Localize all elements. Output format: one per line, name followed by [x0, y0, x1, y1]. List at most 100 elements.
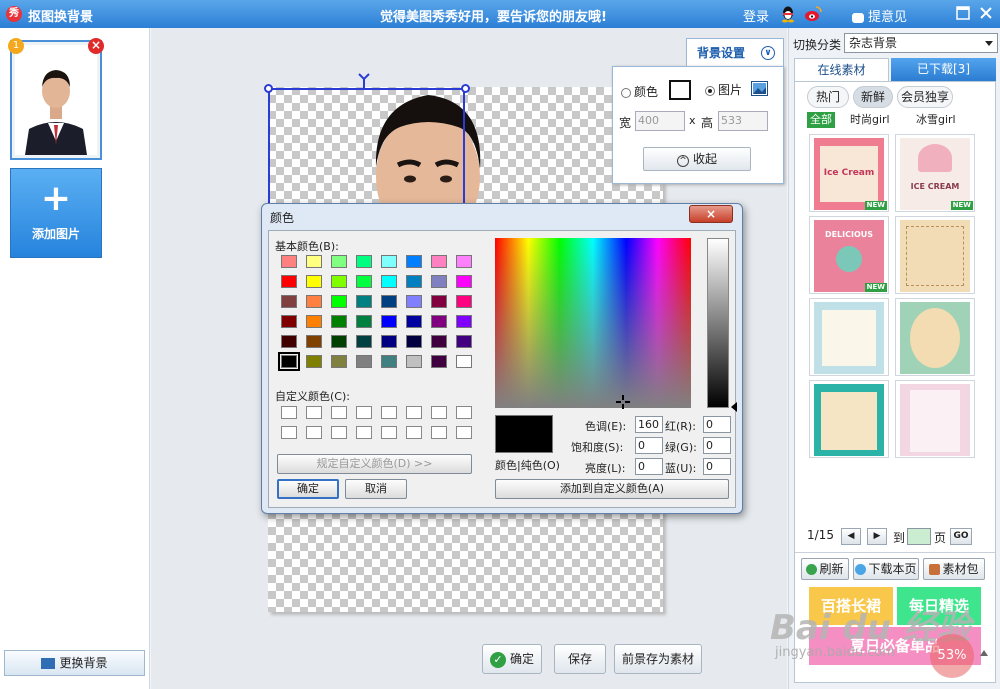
- material-tile-2[interactable]: ICE CREAM NEW: [895, 134, 975, 212]
- close-icon[interactable]: [978, 5, 994, 21]
- material-pack-button[interactable]: 素材包: [923, 558, 985, 580]
- page-number-input[interactable]: [907, 528, 931, 545]
- login-link[interactable]: 登录: [743, 6, 769, 25]
- basic-color-swatch[interactable]: [306, 355, 322, 368]
- feedback-button[interactable]: 提意见: [852, 6, 907, 25]
- luminance-input[interactable]: 0: [635, 458, 663, 475]
- basic-color-swatch[interactable]: [381, 295, 397, 308]
- basic-color-swatch[interactable]: [281, 275, 297, 288]
- custom-color-swatch[interactable]: [331, 426, 347, 439]
- custom-color-swatch[interactable]: [431, 406, 447, 419]
- define-custom-colors-button[interactable]: 规定自定义颜色(D) >>: [277, 454, 472, 474]
- hue-input[interactable]: 160: [635, 416, 663, 433]
- custom-color-swatch[interactable]: [406, 406, 422, 419]
- basic-color-swatch[interactable]: [281, 335, 297, 348]
- custom-color-swatch[interactable]: [456, 406, 472, 419]
- basic-color-swatch[interactable]: [306, 315, 322, 328]
- luminance-slider[interactable]: [707, 238, 729, 408]
- save-foreground-button[interactable]: 前景存为素材: [614, 644, 702, 674]
- basic-color-swatch[interactable]: [406, 355, 422, 368]
- material-tile-6[interactable]: [895, 298, 975, 376]
- dialog-cancel-button[interactable]: 取消: [345, 479, 407, 499]
- dialog-ok-button[interactable]: 确定: [277, 479, 339, 499]
- basic-color-swatch[interactable]: [431, 335, 447, 348]
- basic-color-swatch[interactable]: [306, 335, 322, 348]
- basic-color-swatch[interactable]: [356, 335, 372, 348]
- material-tile-5[interactable]: [809, 298, 889, 376]
- filter-fashion-girl[interactable]: 时尚girl: [847, 112, 893, 128]
- pill-members[interactable]: 会员独享: [897, 86, 953, 108]
- basic-color-swatch[interactable]: [456, 255, 472, 268]
- material-tile-4[interactable]: [895, 216, 975, 294]
- go-button[interactable]: GO: [950, 528, 972, 545]
- photo-thumbnail[interactable]: 1 ×: [8, 38, 104, 160]
- basic-color-swatch[interactable]: [356, 355, 372, 368]
- basic-color-swatch[interactable]: [281, 255, 297, 268]
- image-radio[interactable]: 图片: [705, 81, 742, 98]
- basic-color-swatch[interactable]: [431, 315, 447, 328]
- category-select[interactable]: 杂志背景: [844, 33, 998, 53]
- width-field[interactable]: 400: [635, 111, 685, 131]
- basic-color-swatch[interactable]: [281, 295, 297, 308]
- basic-color-swatch[interactable]: [331, 335, 347, 348]
- custom-color-swatch[interactable]: [456, 426, 472, 439]
- filter-snow-girl[interactable]: 冰雪girl: [913, 112, 959, 128]
- radio-image[interactable]: [705, 85, 715, 96]
- radio-color[interactable]: [621, 87, 631, 98]
- custom-color-swatch[interactable]: [306, 406, 322, 419]
- basic-color-swatch[interactable]: [381, 315, 397, 328]
- filter-all[interactable]: 全部: [807, 112, 835, 128]
- maximize-icon[interactable]: [955, 5, 971, 21]
- basic-color-swatch[interactable]: [331, 275, 347, 288]
- color-preview-box[interactable]: [669, 80, 691, 100]
- basic-color-swatch[interactable]: [356, 255, 372, 268]
- material-tile-3[interactable]: DELICIOUS NEW: [809, 216, 889, 294]
- basic-color-swatch[interactable]: [331, 255, 347, 268]
- green-input[interactable]: 0: [703, 437, 731, 454]
- add-to-custom-colors-button[interactable]: 添加到自定义颜色(A): [495, 479, 729, 499]
- custom-color-swatch[interactable]: [281, 426, 297, 439]
- weibo-icon[interactable]: [804, 5, 822, 23]
- basic-color-swatch[interactable]: [406, 255, 422, 268]
- height-field[interactable]: 533: [718, 111, 768, 131]
- basic-color-swatch[interactable]: [278, 352, 300, 371]
- custom-color-swatch[interactable]: [381, 426, 397, 439]
- basic-color-swatch[interactable]: [431, 275, 447, 288]
- basic-color-swatch[interactable]: [456, 275, 472, 288]
- basic-color-swatch[interactable]: [431, 355, 447, 368]
- custom-color-swatch[interactable]: [431, 426, 447, 439]
- custom-color-swatch[interactable]: [356, 426, 372, 439]
- basic-color-swatch[interactable]: [456, 295, 472, 308]
- basic-color-swatch[interactable]: [356, 315, 372, 328]
- basic-color-swatch[interactable]: [331, 355, 347, 368]
- blue-input[interactable]: 0: [703, 458, 731, 475]
- background-settings-tab[interactable]: 背景设置 ∨: [686, 38, 784, 68]
- custom-color-swatch[interactable]: [306, 426, 322, 439]
- color-radio[interactable]: 颜色: [621, 83, 658, 100]
- basic-color-swatch[interactable]: [456, 355, 472, 368]
- next-page-button[interactable]: ▶: [867, 528, 887, 545]
- red-input[interactable]: 0: [703, 416, 731, 433]
- custom-color-swatch[interactable]: [381, 406, 397, 419]
- picture-icon[interactable]: [751, 81, 768, 96]
- custom-color-swatch[interactable]: [406, 426, 422, 439]
- tab-downloaded[interactable]: 已下载[3]: [891, 58, 996, 82]
- basic-color-swatch[interactable]: [306, 275, 322, 288]
- change-background-button[interactable]: 更换背景: [4, 650, 145, 676]
- delete-thumbnail-button[interactable]: ×: [88, 38, 104, 54]
- scroll-arrow-icon[interactable]: [980, 650, 988, 656]
- custom-color-swatch[interactable]: [281, 406, 297, 419]
- tab-online-materials[interactable]: 在线素材: [794, 58, 889, 82]
- resize-handle-top-right[interactable]: [461, 84, 470, 93]
- resize-handle-top-left[interactable]: [264, 84, 273, 93]
- collapse-button[interactable]: ^ 收起: [643, 147, 751, 171]
- luminance-arrow-icon[interactable]: [731, 402, 737, 412]
- add-picture-button[interactable]: + 添加图片: [10, 168, 102, 258]
- basic-color-swatch[interactable]: [356, 275, 372, 288]
- basic-color-swatch[interactable]: [406, 315, 422, 328]
- material-tile-8[interactable]: [895, 380, 975, 458]
- qq-icon[interactable]: [780, 5, 796, 23]
- custom-color-swatch[interactable]: [356, 406, 372, 419]
- basic-color-swatch[interactable]: [431, 255, 447, 268]
- saturation-input[interactable]: 0: [635, 437, 663, 454]
